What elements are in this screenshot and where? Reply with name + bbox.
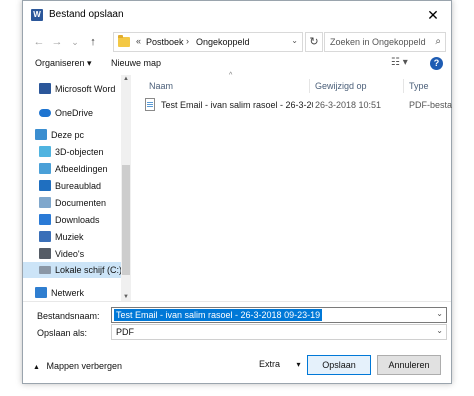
onedrive-icon	[39, 109, 51, 117]
chevron-up-icon: ▲	[33, 364, 40, 371]
save-file-dialog: W Bestand opslaan ✕ ← → ⌄ ↑ « Postboek ›…	[22, 0, 452, 384]
view-options-icon[interactable]: ☷ ▾	[391, 57, 408, 68]
filename-value: Test Email - ivan salim rasoel - 26-3-20…	[114, 309, 323, 321]
hide-folders-button[interactable]: ▲ Mappen verbergen	[33, 361, 122, 371]
download-icon	[39, 214, 51, 225]
word-icon	[39, 83, 51, 94]
folder-icon	[118, 35, 130, 47]
sidebar-item-videos[interactable]: Video's	[23, 246, 123, 262]
sidebar-item-label: OneDrive	[55, 108, 94, 118]
savetype-select[interactable]: PDF ⌄	[111, 324, 447, 340]
filename-dropdown-icon[interactable]: ⌄	[436, 309, 443, 318]
sidebar-item-label: Netwerk	[51, 288, 85, 298]
divider	[23, 301, 451, 302]
save-button[interactable]: Opslaan	[307, 355, 371, 375]
help-icon[interactable]: ?	[430, 57, 443, 70]
sidebar-item-label: Documenten	[55, 198, 107, 208]
breadcrumb-postboek[interactable]: Postboek	[146, 37, 184, 47]
music-icon	[39, 231, 51, 242]
sidebar-item-afbeeldingen[interactable]: Afbeeldingen	[23, 161, 123, 177]
address-bar[interactable]: « Postboek › Ongekoppeld ⌄	[113, 32, 303, 52]
pictures-icon	[39, 163, 51, 174]
organize-menu-button[interactable]: Organiseren ▾	[35, 58, 92, 69]
filename-label: Bestandsnaam:	[37, 311, 100, 321]
file-type: PDF-besta	[409, 100, 453, 110]
savetype-dropdown-icon[interactable]: ⌄	[436, 326, 443, 335]
sidebar-item-onedrive[interactable]: OneDrive	[23, 105, 123, 121]
sidebar-item-netwerk[interactable]: Netwerk	[23, 285, 123, 301]
column-header-type[interactable]: Type	[409, 81, 429, 91]
sidebar-item-label: Microsoft Word	[55, 84, 116, 94]
forward-arrow-icon[interactable]: →	[49, 34, 65, 50]
documents-icon	[39, 197, 51, 208]
filename-field[interactable]: Test Email - ivan salim rasoel - 26-3-20…	[111, 307, 447, 323]
sidebar-item-label: Bureaublad	[55, 181, 102, 191]
up-arrow-icon[interactable]: ↑	[85, 34, 101, 50]
cube-icon	[39, 146, 51, 157]
scrollbar-thumb[interactable]	[122, 165, 130, 275]
command-bar: Organiseren ▾ Nieuwe map ☷ ▾ ?	[23, 55, 451, 73]
search-icon[interactable]: ⌕	[435, 36, 441, 47]
sidebar-item-documenten[interactable]: Documenten	[23, 195, 123, 211]
file-name: Test Email - ivan salim rasoel - 26-3-20…	[161, 100, 313, 110]
sidebar-item-deze-pc[interactable]: Deze pc	[23, 127, 123, 143]
savetype-label: Opslaan als:	[37, 328, 88, 338]
sidebar-item-label: Deze pc	[51, 130, 85, 140]
sidebar-item-3d-objecten[interactable]: 3D-objecten	[23, 144, 123, 160]
breadcrumb-separator: ›	[186, 36, 189, 46]
column-divider	[403, 79, 404, 93]
extra-menu-button[interactable]: Extra ▾	[259, 359, 301, 369]
column-header-modified[interactable]: Gewijzigd op	[315, 81, 367, 91]
search-input[interactable]: Zoeken in Ongekoppeld ⌕	[324, 32, 446, 52]
computer-icon	[35, 129, 47, 140]
search-placeholder: Zoeken in Ongekoppeld	[330, 37, 426, 47]
drive-icon	[39, 266, 51, 274]
address-dropdown-icon[interactable]: ⌄	[291, 36, 298, 45]
extra-label: Extra	[259, 359, 281, 369]
file-list: Naam ^ Gewijzigd op Type Test Email - iv…	[133, 72, 453, 301]
desktop-icon	[39, 180, 51, 191]
scroll-up-icon[interactable]: ▲	[122, 76, 130, 82]
pdf-file-icon	[145, 98, 155, 111]
sort-ascending-icon: ^	[229, 72, 233, 79]
address-row: ← → ⌄ ↑ « Postboek › Ongekoppeld ⌄ ↻ Zoe…	[23, 29, 451, 55]
sidebar-item-label: 3D-objecten	[55, 147, 104, 157]
sidebar-item-label: Video's	[55, 249, 85, 259]
hide-folders-label: Mappen verbergen	[46, 361, 123, 371]
sidebar-scrollbar[interactable]: ▲ ▼	[121, 75, 131, 301]
recent-locations-icon[interactable]: ⌄	[67, 34, 83, 50]
refresh-icon[interactable]: ↻	[305, 32, 323, 52]
sidebar-item-bureaublad[interactable]: Bureaublad	[23, 178, 123, 194]
file-modified: 26-3-2018 10:51	[315, 100, 382, 110]
word-app-icon: W	[31, 9, 43, 21]
column-header-name[interactable]: Naam	[149, 81, 173, 91]
sidebar-item-label: Lokale schijf (C:)	[55, 265, 123, 275]
new-folder-button[interactable]: Nieuwe map	[111, 58, 161, 68]
sidebar-item-label: Downloads	[55, 215, 100, 225]
cancel-button[interactable]: Annuleren	[377, 355, 441, 375]
scroll-down-icon[interactable]: ▼	[122, 294, 130, 300]
sidebar-item-lokale-schijf[interactable]: Lokale schijf (C:)	[23, 262, 123, 278]
dialog-title: Bestand opslaan	[49, 9, 124, 20]
title-bar: W Bestand opslaan ✕	[23, 1, 451, 29]
video-icon	[39, 248, 51, 259]
sidebar-item-muziek[interactable]: Muziek	[23, 229, 123, 245]
table-row[interactable]: Test Email - ivan salim rasoel - 26-3-20…	[141, 97, 453, 113]
network-icon	[35, 287, 47, 298]
sidebar-item-downloads[interactable]: Downloads	[23, 212, 123, 228]
chevron-down-icon: ▾	[296, 360, 301, 369]
sidebar-item-label: Afbeeldingen	[55, 164, 108, 174]
sidebar-item-microsoft-word[interactable]: Microsoft Word	[23, 81, 123, 97]
savetype-value: PDF	[116, 327, 134, 337]
back-arrow-icon[interactable]: ←	[31, 34, 47, 50]
sidebar-item-label: Muziek	[55, 232, 84, 242]
close-button[interactable]: ✕	[419, 3, 447, 27]
navigation-pane: Microsoft Word OneDrive Deze pc 3D-objec…	[23, 75, 131, 301]
breadcrumb-ongekoppeld[interactable]: Ongekoppeld	[196, 37, 250, 47]
column-divider	[309, 79, 310, 93]
breadcrumb-overflow[interactable]: «	[136, 36, 141, 46]
